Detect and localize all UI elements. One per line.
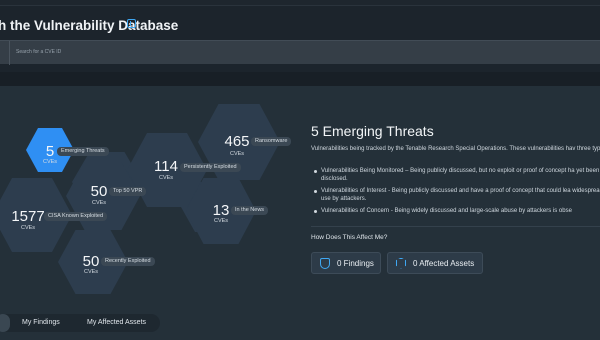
hex-label-top-50-vpr[interactable]: Top 50 VPR [109, 187, 147, 196]
hex-unit: CVEs [42, 159, 58, 165]
hex-label-recently-exploited[interactable]: Recently Exploited [101, 257, 155, 266]
hex-unit: CVEs [83, 269, 99, 275]
tab-my-affected-assets[interactable]: My Affected Assets [87, 319, 146, 326]
section-gap [0, 72, 600, 86]
shield-icon [320, 257, 330, 269]
list-item: Vulnerabilities of Concern - Being widel… [312, 207, 600, 215]
tab-my-findings[interactable]: My Findings [22, 319, 60, 326]
hex-unit: CVEs [20, 225, 36, 231]
findings-button[interactable]: 0 Findings [311, 252, 381, 274]
search-box [0, 40, 600, 65]
hex-unit: CVEs [229, 151, 245, 157]
search-section: h the Vulnerability Database [0, 6, 600, 72]
findings-button-label: 0 Findings [337, 258, 374, 268]
hex-count: 1577 [11, 208, 45, 225]
hex-label-cisa-known-exploited[interactable]: CISA Known Exploited [44, 212, 108, 221]
details-description: Vulnerabilities being tracked by the Ten… [311, 146, 600, 152]
affected-assets-button[interactable]: 0 Affected Assets [387, 252, 483, 274]
hex-count: 50 [90, 183, 108, 200]
hex-unit: CVEs [213, 218, 229, 224]
affected-assets-button-label: 0 Affected Assets [413, 258, 475, 268]
affect-me-heading: How Does This Affect Me? [311, 234, 388, 241]
hex-count: 114 [154, 158, 178, 175]
hex-label-in-the-news[interactable]: In the News [231, 206, 269, 215]
hex-unit: CVEs [91, 200, 107, 206]
divider [311, 226, 600, 227]
hex-count: 50 [82, 253, 100, 270]
page-title: h the Vulnerability Database [0, 18, 179, 33]
details-title: 5 Emerging Threats [311, 123, 434, 139]
search-input[interactable] [16, 41, 576, 63]
cube-icon [396, 257, 406, 269]
search-gutter [0, 41, 10, 65]
tab-active-indicator[interactable] [0, 314, 10, 332]
list-item: Vulnerabilities Being Monitored – Being … [312, 167, 600, 183]
hex-count: 465 [224, 133, 250, 150]
hex-label-emerging-threats[interactable]: Emerging Threats [57, 147, 109, 156]
list-item: Vulnerabilities of Interest - Being publ… [312, 187, 600, 203]
view-tabs: My Findings My Affected Assets [0, 314, 160, 332]
hex-count: 13 [212, 202, 230, 219]
hex-label-ransomware[interactable]: Ransomware [251, 137, 292, 146]
hex-label-persistently-exploited[interactable]: Persistently Exploited [180, 163, 241, 172]
info-icon[interactable] [127, 19, 136, 28]
hex-count: 5 [45, 143, 55, 160]
hex-unit: CVEs [158, 175, 174, 181]
details-bullet-list: Vulnerabilities Being Monitored – Being … [312, 167, 600, 219]
